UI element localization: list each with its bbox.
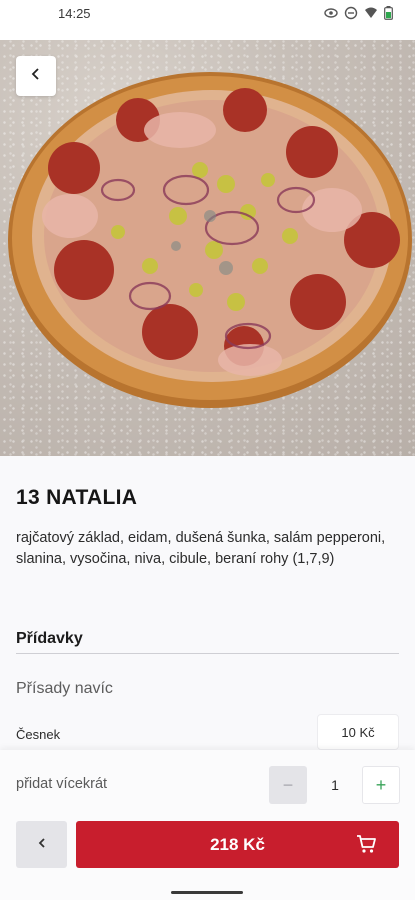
extras-group-label: Přísady navíc [16, 680, 113, 697]
back-icon [36, 836, 48, 854]
quantity-increase-button[interactable]: + [362, 766, 400, 804]
quantity-decrease-button[interactable]: − [269, 766, 307, 804]
battery-icon [384, 6, 393, 20]
quantity-label: přidat vícekrát [16, 776, 108, 792]
wifi-icon [364, 6, 378, 20]
status-time: 14:25 [58, 6, 91, 21]
extra-item-price-button[interactable]: 10 Kč [317, 714, 399, 750]
back-button-bottom[interactable] [16, 821, 67, 868]
extra-item-name: Česnek [16, 727, 61, 742]
product-details: 13 NATALIA rajčatový základ, eidam, duše… [0, 456, 415, 756]
bottom-bar: přidat vícekrát − 1 + 218 Kč [0, 750, 415, 900]
quantity-value: 1 [331, 777, 339, 793]
extra-item-price: 10 Kč [341, 724, 375, 740]
product-description: rajčatový základ, eidam, dušená šunka, s… [16, 530, 386, 567]
back-button[interactable] [16, 56, 56, 96]
status-icons [324, 6, 393, 20]
cart-price: 218 Kč [210, 834, 265, 854]
pizza-illustration [8, 72, 412, 408]
back-icon [29, 67, 43, 86]
status-bar: 14:25 [0, 0, 415, 40]
section-divider [16, 653, 399, 654]
add-to-cart-button[interactable]: 218 Kč [76, 821, 399, 868]
cart-icon [355, 833, 377, 860]
home-indicator[interactable] [171, 891, 243, 894]
product-title: 13 NATALIA [16, 486, 138, 509]
product-image [0, 40, 415, 456]
eye-icon [324, 6, 338, 20]
extras-section-title: Přídavky [16, 630, 83, 647]
dnd-icon [344, 6, 358, 20]
